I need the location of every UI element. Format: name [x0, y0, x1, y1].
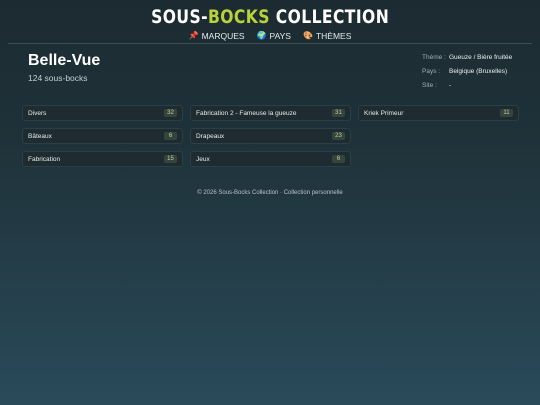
nav-themes-label: THÈMES [315, 31, 352, 41]
count-badge: 15 [164, 155, 177, 163]
count-badge: 31 [332, 109, 345, 117]
count-badge: 32 [164, 109, 177, 117]
category-label: Jeux [196, 155, 210, 163]
category-label: Fabrication [28, 155, 61, 163]
brand-meta: Thème : Gueuze / Bière fruitée Pays : Be… [422, 54, 512, 96]
site-header: SOUS-BOCKS COLLECTION 📌 MARQUES 🌍 PAYS 🎨… [0, 0, 540, 41]
globe-icon: 🌍 [256, 31, 267, 40]
meta-site-key: Site : [422, 82, 437, 89]
meta-site-value: - [449, 82, 452, 89]
grid-spacer [358, 128, 519, 144]
meta-country: Pays : Belgique (Bruxelles) [422, 68, 512, 82]
category-card[interactable]: Divers 32 [22, 105, 183, 121]
meta-theme: Thème : Gueuze / Bière fruitée [422, 54, 512, 68]
coaster-count: 124 sous-bocks [28, 73, 88, 83]
footer-text: © 2026 Sous-Bocks Collection · Collectio… [197, 190, 343, 196]
count-badge: 6 [332, 155, 345, 163]
page-title: Belle-Vue [28, 52, 101, 69]
meta-country-value: Belgique (Bruxelles) [449, 68, 508, 75]
header-divider [8, 43, 532, 44]
main-nav: 📌 MARQUES 🌍 PAYS 🎨 THÈMES [0, 31, 540, 41]
category-card[interactable]: Drapeaux 23 [190, 128, 351, 144]
count-badge: 6 [164, 132, 177, 140]
meta-theme-value: Gueuze / Bière fruitée [449, 54, 513, 61]
site-logo[interactable]: SOUS-BOCKS COLLECTION [151, 6, 389, 28]
category-card[interactable]: Jeux 6 [190, 151, 351, 167]
category-card[interactable]: Fabrication 15 [22, 151, 183, 167]
pushpin-icon: 📌 [188, 31, 199, 40]
nav-pays[interactable]: 🌍 PAYS [257, 31, 291, 41]
count-badge: 23 [332, 132, 345, 140]
category-label: Drapeaux [196, 132, 225, 140]
category-grid: Divers 32 Fabrication 2 - Fameuse la gue… [22, 105, 519, 167]
meta-country-key: Pays : [422, 68, 441, 75]
count-badge: 11 [500, 109, 513, 117]
category-label: Fabrication 2 - Fameuse la gueuze [196, 109, 297, 117]
meta-site: Site : - [422, 82, 512, 96]
category-card[interactable]: Kriek Primeur 11 [358, 105, 519, 121]
nav-themes[interactable]: 🎨 THÈMES [303, 31, 351, 41]
meta-theme-key: Thème : [422, 54, 446, 61]
category-label: Divers [28, 109, 47, 117]
category-label: Kriek Primeur [364, 109, 404, 117]
nav-pays-label: PAYS [269, 31, 291, 41]
category-card[interactable]: Fabrication 2 - Fameuse la gueuze 31 [190, 105, 351, 121]
palette-icon: 🎨 [302, 31, 313, 40]
nav-marques-label: MARQUES [201, 31, 245, 41]
category-card[interactable]: Bâteaux 6 [22, 128, 183, 144]
category-label: Bâteaux [28, 132, 52, 140]
brand-heading: Belle-Vue 124 sous-bocks [28, 52, 100, 83]
nav-marques[interactable]: 📌 MARQUES [189, 31, 245, 41]
